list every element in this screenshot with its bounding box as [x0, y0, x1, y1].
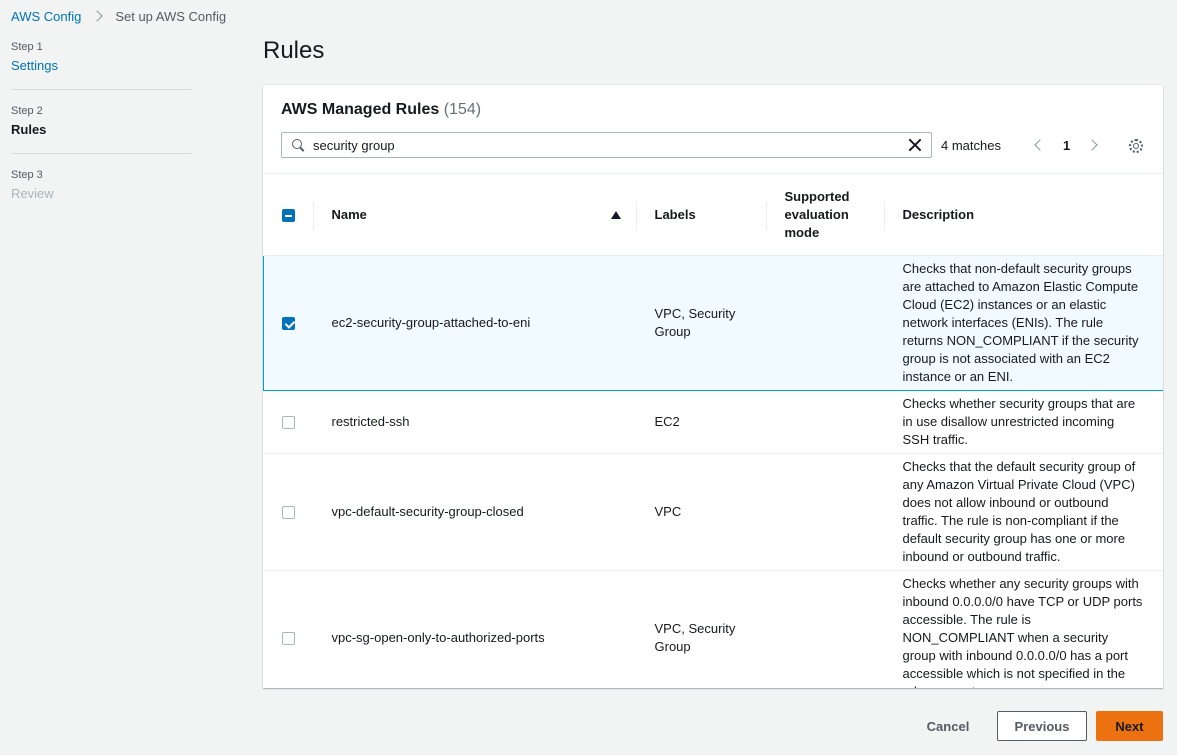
rule-name: ec2-security-group-attached-to-eni	[313, 255, 637, 391]
current-page[interactable]: 1	[1063, 138, 1070, 153]
rule-labels: VPC, Security Group	[636, 255, 767, 391]
step-2: Step 2 Rules	[11, 104, 191, 154]
mode-column-header: Supported evaluation mode	[766, 173, 885, 256]
breadcrumb-current: Set up AWS Config	[115, 8, 227, 24]
chevron-right-icon[interactable]	[1086, 139, 1098, 151]
mode-header-label: Supported evaluation mode	[784, 188, 850, 240]
sort-ascending-icon[interactable]	[610, 211, 621, 219]
table-row[interactable]: restricted-ssh EC2 Checks whether securi…	[263, 390, 1163, 454]
name-header-label: Name	[331, 206, 367, 222]
chevron-left-icon[interactable]	[1034, 139, 1046, 151]
name-column-header[interactable]: Name	[313, 173, 637, 256]
rule-mode	[766, 570, 885, 688]
row-checkbox[interactable]	[281, 416, 295, 430]
clear-search-icon[interactable]	[908, 138, 922, 152]
rule-mode	[766, 255, 885, 391]
rule-labels: VPC	[636, 453, 767, 571]
gear-icon[interactable]	[1129, 139, 1143, 153]
table-row[interactable]: vpc-default-security-group-closed VPC Ch…	[263, 453, 1163, 571]
labels-column-header: Labels	[636, 173, 767, 256]
rule-description: Checks whether security groups that are …	[884, 390, 1163, 454]
breadcrumb-aws-config-link[interactable]: AWS Config	[11, 9, 81, 24]
previous-button[interactable]: Previous	[997, 711, 1087, 741]
rule-mode	[766, 390, 885, 454]
managed-rules-panel: AWS Managed Rules (154) security group 4…	[263, 85, 1163, 688]
step-3: Step 3 Review	[11, 168, 191, 217]
step-review-disabled: Review	[11, 186, 54, 201]
rule-mode	[766, 453, 885, 571]
panel-header: AWS Managed Rules (154)	[281, 100, 481, 120]
rule-labels: VPC, Security Group	[636, 570, 767, 688]
step-number: Step 3	[11, 169, 43, 181]
description-header-label: Description	[902, 206, 975, 222]
chevron-right-icon	[91, 10, 103, 22]
select-all-checkbox[interactable]	[281, 208, 295, 222]
step-rules-current: Rules	[11, 122, 47, 137]
step-number: Step 1	[11, 41, 43, 53]
row-checkbox[interactable]	[281, 506, 295, 520]
rule-description: Checks whether any security groups with …	[884, 570, 1163, 688]
breadcrumb: AWS Config Set up AWS Config	[11, 7, 226, 25]
step-settings-link[interactable]: Settings	[11, 57, 191, 75]
table-header-row: Name Labels Supported evaluation mode De…	[263, 173, 1163, 256]
rules-table: Name Labels Supported evaluation mode De…	[263, 173, 1163, 688]
matches-count: 4 matches	[941, 138, 1001, 153]
rules-count: (154)	[443, 101, 482, 118]
cancel-button[interactable]: Cancel	[913, 711, 983, 741]
row-checkbox[interactable]	[282, 317, 295, 331]
search-icon	[292, 138, 305, 152]
search-value[interactable]: security group	[313, 138, 908, 153]
search-input[interactable]: security group	[281, 132, 932, 158]
table-row[interactable]: vpc-sg-open-only-to-authorized-ports VPC…	[263, 570, 1163, 688]
rule-description: Checks that the default security group o…	[884, 453, 1163, 571]
rule-name: vpc-default-security-group-closed	[313, 453, 637, 571]
step-number: Step 2	[11, 105, 43, 117]
labels-header-label: Labels	[654, 206, 696, 222]
rule-description: Checks that non-default security groups …	[884, 255, 1163, 391]
description-column-header: Description	[884, 173, 1163, 256]
table-row[interactable]: ec2-security-group-attached-to-eni VPC, …	[263, 255, 1163, 391]
rule-name: vpc-sg-open-only-to-authorized-ports	[313, 570, 637, 688]
rule-name: restricted-ssh	[313, 390, 637, 454]
page-title: Rules	[263, 37, 325, 64]
row-checkbox[interactable]	[281, 632, 295, 646]
rule-labels: EC2	[636, 390, 767, 454]
next-button[interactable]: Next	[1096, 711, 1163, 741]
panel-title: AWS Managed Rules	[281, 101, 440, 118]
wizard-steps: Step 1 Settings Step 2 Rules Step 3 Revi…	[11, 40, 191, 231]
select-all-header	[263, 173, 314, 256]
step-1: Step 1 Settings	[11, 40, 191, 90]
